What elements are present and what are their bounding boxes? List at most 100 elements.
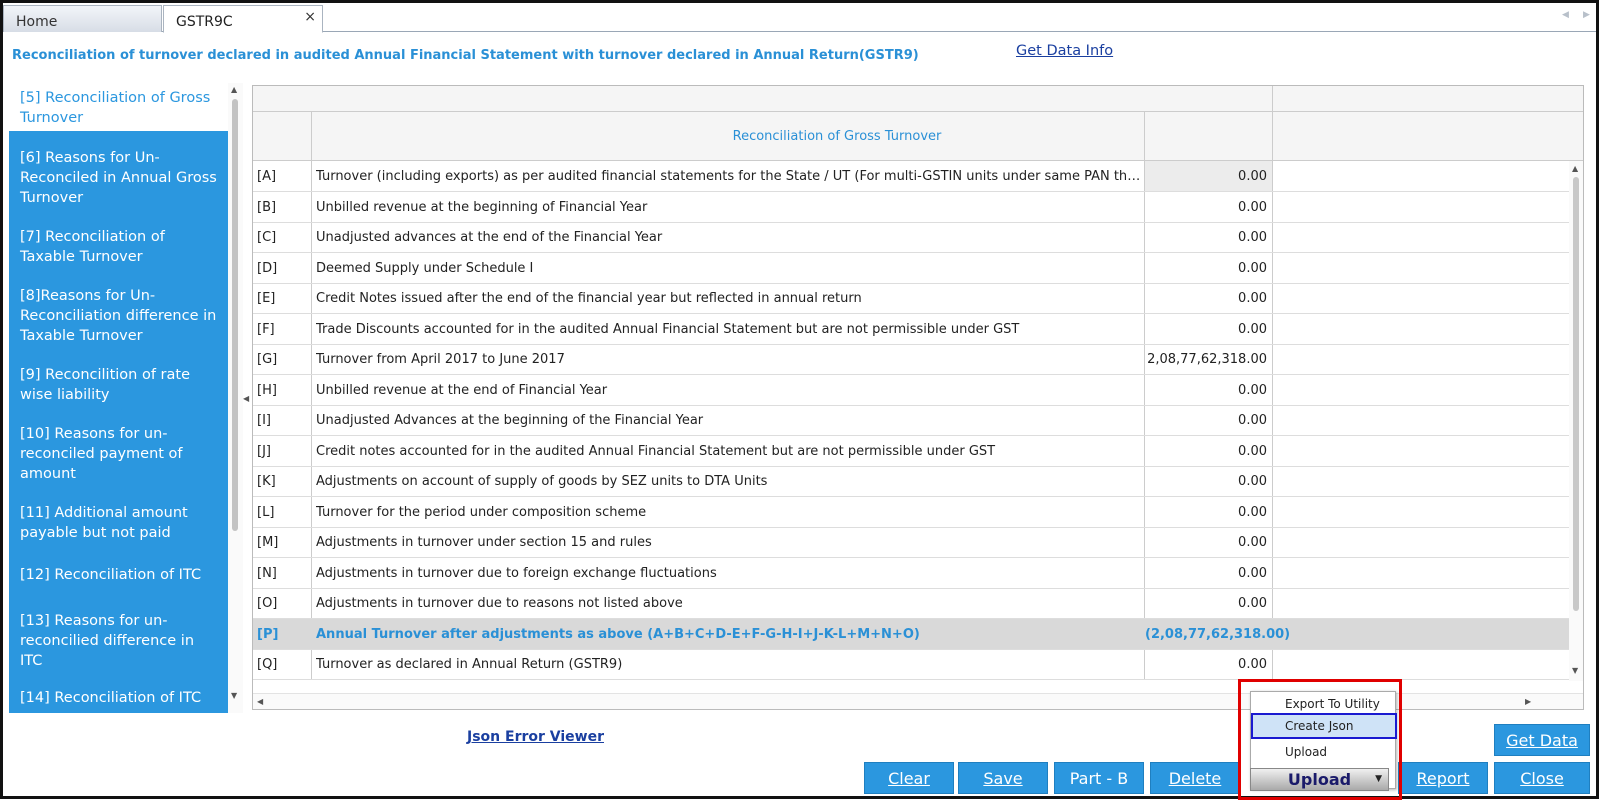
table-row[interactable]: [D] Deemed Supply under Schedule I 0.00 xyxy=(253,253,1571,284)
sidebar-item-12[interactable]: [12] Reconciliation of ITC xyxy=(9,565,228,585)
upload-label: Upload xyxy=(1287,770,1352,789)
row-code: [E] xyxy=(257,291,276,306)
sidebar-item-14[interactable]: [14] Reconciliation of ITC xyxy=(9,688,228,708)
row-code: [I] xyxy=(257,413,271,428)
chevron-right-icon[interactable]: ▶ xyxy=(1583,10,1590,20)
sidebar-item-9[interactable]: [9] Reconcilition of rate wise liability xyxy=(9,365,228,405)
table-row[interactable]: [G] Turnover from April 2017 to June 2017… xyxy=(253,344,1571,375)
scroll-right-icon[interactable]: ▶ xyxy=(1525,697,1531,706)
delete-button[interactable]: Delete xyxy=(1150,762,1240,794)
row-description: Unadjusted Advances at the beginning of … xyxy=(316,413,704,428)
row-code: [L] xyxy=(257,504,275,520)
table-row[interactable]: [Q] Turnover as declared in Annual Return… xyxy=(253,649,1571,680)
row-code: [M] xyxy=(257,535,279,550)
row-value[interactable]: 0.00 xyxy=(1145,314,1272,344)
table-row[interactable]: [H] Unbilled revenue at the end of Financ… xyxy=(253,375,1571,406)
row-value[interactable]: 0.00 xyxy=(1145,405,1272,435)
row-value[interactable]: (2,08,77,62,318.00) xyxy=(1145,619,1290,649)
row-code: [Q] xyxy=(257,657,278,672)
row-value[interactable]: 0.00 xyxy=(1145,436,1272,466)
row-value[interactable]: 0.00 xyxy=(1145,558,1272,588)
collapse-left-icon[interactable]: ◀ xyxy=(243,394,249,403)
table-row[interactable]: [M] Adjustments in turnover under section… xyxy=(253,527,1571,558)
scroll-thumb[interactable] xyxy=(232,99,238,531)
row-value[interactable]: 0.00 xyxy=(1145,192,1272,222)
grid-vertical-scrollbar[interactable]: ▲ ▼ xyxy=(1569,161,1583,681)
scroll-left-icon[interactable]: ◀ xyxy=(257,697,263,706)
row-description: Turnover from April 2017 to June 2017 xyxy=(316,352,565,367)
row-description: Unbilled revenue at the beginning of Fin… xyxy=(316,199,648,215)
row-description: Unbilled revenue at the end of Financial… xyxy=(316,382,608,398)
row-description: Turnover as declared in Annual Return (G… xyxy=(316,657,623,672)
table-row[interactable]: [F] Trade Discounts accounted for in the … xyxy=(253,314,1571,345)
row-value[interactable]: 0.00 xyxy=(1145,649,1272,679)
grid-column-title: Reconciliation of Gross Turnover xyxy=(732,129,942,144)
row-description: Credit notes accounted for in the audite… xyxy=(316,443,996,459)
row-description: Deemed Supply under Schedule I xyxy=(316,260,534,276)
part-b-button[interactable]: Part - B xyxy=(1054,762,1144,794)
get-data-button[interactable]: Get Data xyxy=(1494,724,1590,756)
tab-gstr9c[interactable]: GSTR9C × xyxy=(163,5,323,33)
table-row[interactable]: [N] Adjustments in turnover due to foreig… xyxy=(253,558,1571,589)
row-value[interactable]: 0.00 xyxy=(1145,466,1272,496)
tab-home[interactable]: Home xyxy=(3,5,162,32)
json-error-viewer-link[interactable]: Json Error Viewer xyxy=(467,729,604,745)
sidebar-item-6[interactable]: [6] Reasons for Un-Reconciled in Annual … xyxy=(9,148,228,208)
sidebar: [5] Reconciliation of Gross Turnover [6]… xyxy=(9,83,228,713)
sidebar-item-10[interactable]: [10] Reasons for un-reconciled payment o… xyxy=(9,424,228,484)
row-code: [J] xyxy=(257,443,271,459)
sidebar-item-7[interactable]: [7] Reconciliation of Taxable Turnover xyxy=(9,227,228,267)
table-row[interactable]: [C] Unadjusted advances at the end of the… xyxy=(253,222,1571,253)
row-description: Turnover (including exports) as per audi… xyxy=(316,169,1144,184)
save-button[interactable]: Save xyxy=(958,762,1048,794)
get-data-info-link[interactable]: Get Data Info xyxy=(1016,43,1113,59)
row-value[interactable]: 0.00 xyxy=(1145,283,1272,313)
chevron-down-icon: ▼ xyxy=(1375,774,1382,784)
row-value[interactable]: 0.00 xyxy=(1145,222,1272,252)
sidebar-scrollbar[interactable]: ▲ ▼ xyxy=(228,83,243,713)
row-description: Turnover for the period under compositio… xyxy=(316,504,647,520)
row-code: [K] xyxy=(257,474,276,489)
upload-dropdown-button[interactable]: Upload ▼ xyxy=(1250,768,1389,791)
row-code: [O] xyxy=(257,596,278,611)
row-value[interactable]: 0.00 xyxy=(1145,588,1272,618)
row-description: Annual Turnover after adjustments as abo… xyxy=(316,626,920,642)
chevron-left-icon[interactable]: ◀ xyxy=(1562,10,1569,20)
row-value[interactable]: 0.00 xyxy=(1145,161,1272,191)
table-row[interactable]: [P] Annual Turnover after adjustments as … xyxy=(253,618,1571,650)
table-row[interactable]: [L] Turnover for the period under composi… xyxy=(253,497,1571,528)
table-row[interactable]: [E] Credit Notes issued after the end of … xyxy=(253,283,1571,314)
row-value[interactable]: 2,08,77,62,318.00 xyxy=(1145,344,1272,374)
menu-item-upload[interactable]: Upload xyxy=(1285,745,1327,759)
table-row[interactable]: [J] Credit notes accounted for in the aud… xyxy=(253,436,1571,467)
close-button[interactable]: Close xyxy=(1494,762,1590,794)
menu-item-export-to-utility[interactable]: Export To Utility xyxy=(1285,697,1380,711)
sidebar-item-11[interactable]: [11] Additional amount payable but not p… xyxy=(9,503,228,543)
table-row[interactable]: [A] Turnover (including exports) as per a… xyxy=(253,161,1571,192)
scroll-thumb[interactable] xyxy=(1573,177,1579,611)
table-row[interactable]: [K] Adjustments on account of supply of g… xyxy=(253,466,1571,497)
row-value[interactable]: 0.00 xyxy=(1145,527,1272,557)
scroll-up-icon[interactable]: ▲ xyxy=(231,85,237,94)
row-value[interactable]: 0.00 xyxy=(1145,253,1272,283)
table-row[interactable]: [I] Unadjusted Advances at the beginning … xyxy=(253,405,1571,436)
clear-button[interactable]: Clear xyxy=(864,762,954,794)
row-description: Adjustments in turnover due to foreign e… xyxy=(316,565,717,581)
row-code: [A] xyxy=(257,169,277,184)
menu-item-create-json[interactable]: Create Json xyxy=(1251,713,1397,739)
scroll-down-icon[interactable]: ▼ xyxy=(1572,666,1578,675)
row-code: [P] xyxy=(257,626,279,642)
row-code: [H] xyxy=(257,382,277,398)
row-value[interactable]: 0.00 xyxy=(1145,497,1272,527)
sidebar-item-5[interactable]: [5] Reconciliation of Gross Turnover xyxy=(9,83,228,131)
table-row[interactable]: [O] Adjustments in turnover due to reason… xyxy=(253,588,1571,619)
report-button[interactable]: Report xyxy=(1398,762,1488,794)
scroll-up-icon[interactable]: ▲ xyxy=(1572,164,1578,173)
row-value[interactable]: 0.00 xyxy=(1145,375,1272,405)
close-icon[interactable]: × xyxy=(304,9,316,25)
row-code: [B] xyxy=(257,199,277,215)
scroll-down-icon[interactable]: ▼ xyxy=(231,691,237,700)
sidebar-item-13[interactable]: [13] Reasons for un-reconcilied differen… xyxy=(9,611,228,671)
sidebar-item-8[interactable]: [8]Reasons for Un-Reconciliation differe… xyxy=(9,286,228,346)
table-row[interactable]: [B] Unbilled revenue at the beginning of … xyxy=(253,192,1571,223)
